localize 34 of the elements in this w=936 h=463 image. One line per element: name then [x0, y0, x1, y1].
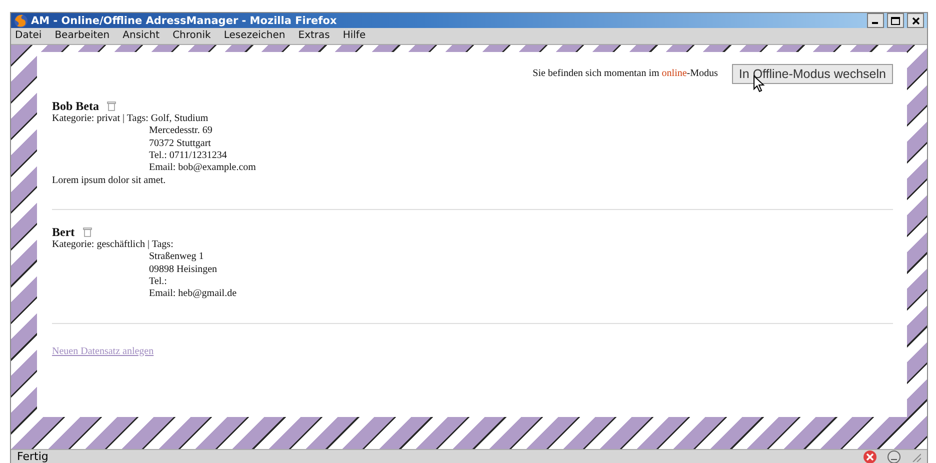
contact-address-line: 09898 Heisingen [148, 264, 218, 276]
trash-icon[interactable] [82, 227, 92, 238]
contact-address-line: 70372 Stuttgart [148, 138, 212, 150]
contact-note: Lorem ipsum dolor sit amet. [52, 174, 167, 187]
menu-item[interactable]: Extras [298, 30, 330, 42]
contact-category: Kategorie: privat | Tags: Golf, Studium [52, 113, 210, 126]
error-icon [863, 450, 877, 463]
browser-logo-icon [14, 14, 28, 28]
switch-mode-button[interactable]: In Offline-Modus wechseln [732, 64, 893, 84]
maximize-button[interactable] [887, 13, 904, 28]
contact-address-line: Email: heb@gmail.de [148, 288, 238, 301]
contact-address-line: Straßenweg 1 [148, 251, 205, 264]
menu-item[interactable]: Hilfe [342, 30, 366, 42]
menu-item[interactable]: Ansicht [122, 30, 160, 42]
resize-grip-icon[interactable] [911, 452, 921, 462]
contact-name: Bob Beta [52, 100, 100, 112]
menu-item[interactable]: Lesezeichen [224, 30, 286, 42]
contact-address-line: Mercedesstr. 69 [148, 125, 214, 138]
trash-icon[interactable] [107, 100, 116, 111]
close-icon [912, 16, 920, 24]
status-text: Fertig [17, 450, 50, 463]
contact-name: Bert [52, 226, 75, 238]
menu-item[interactable]: Datei [15, 30, 42, 42]
minimize-button[interactable] [867, 13, 884, 28]
mode-status-text: Sie befinden sich momentan im online-Modus [532, 68, 718, 80]
window-title: AM - Online/Offline AdressManager - Mozilla Firefox [31, 14, 338, 26]
contact-address-line: Tel.: 0711/1231234 [148, 150, 228, 162]
close-button[interactable] [907, 13, 924, 28]
maximize-icon [891, 16, 900, 24]
contact-address-line: Tel.: [148, 276, 168, 288]
contact-category: Kategorie: geschäftlich | Tags: [52, 239, 174, 252]
menu-item[interactable]: Bearbeiten [54, 30, 110, 42]
contact-address-line: Email: bob@example.com [148, 162, 257, 175]
menu-item[interactable]: Chronik [172, 30, 211, 42]
